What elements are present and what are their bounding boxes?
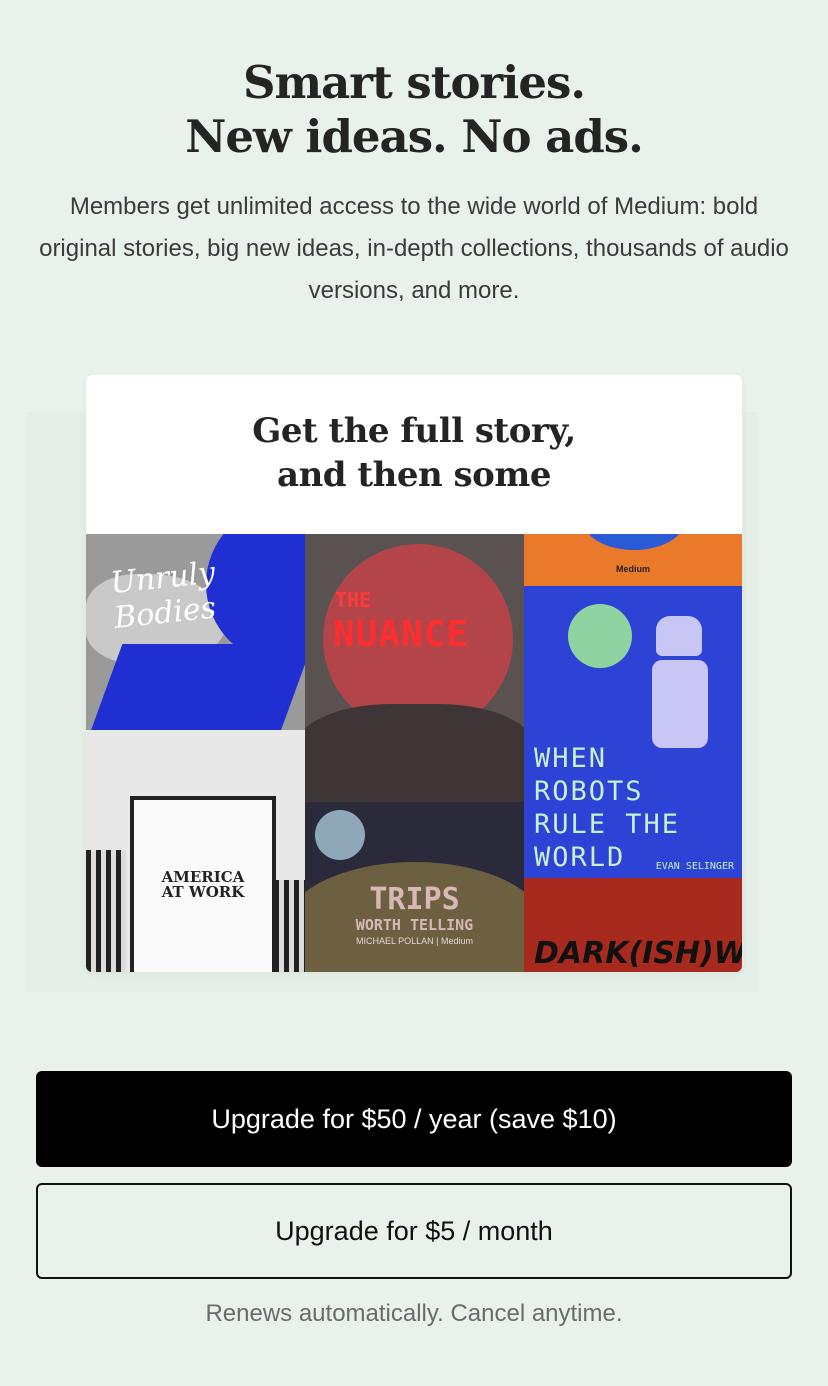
card-title-line-2: and then some bbox=[277, 455, 551, 495]
trips-subtitle: WORTH TELLING bbox=[355, 916, 474, 934]
america-at-work-title: AMERICA AT WORK bbox=[161, 868, 245, 901]
america-at-work-cover: AMERICA AT WORK bbox=[86, 730, 305, 972]
card-title-line-1: Get the full story, bbox=[252, 411, 576, 451]
nuance-cover: THE NUANCE bbox=[305, 534, 524, 802]
renewal-note: Renews automatically. Cancel anytime. bbox=[205, 1300, 623, 1327]
headline: Smart stories. New ideas. No ads. bbox=[0, 56, 828, 164]
headline-line-2: New ideas. No ads. bbox=[185, 110, 644, 163]
nuance-the: THE bbox=[335, 588, 372, 612]
upgrade-monthly-button[interactable]: Upgrade for $5 / month bbox=[36, 1183, 792, 1279]
membership-description: Members get unlimited access to the wide… bbox=[39, 193, 789, 304]
medium-label: Medium bbox=[615, 564, 650, 574]
earth-illustration bbox=[568, 604, 632, 668]
darkish-web-title: DARK(ISH)WEB bbox=[534, 936, 742, 971]
trips-cover: TRIPS WORTH TELLING MICHAEL POLLAN | Med… bbox=[305, 802, 524, 972]
headline-line-1: Smart stories. bbox=[242, 56, 586, 109]
upgrade-annual-button[interactable]: Upgrade for $50 / year (save $10) bbox=[36, 1071, 792, 1167]
trips-title: TRIPS bbox=[369, 882, 460, 917]
trips-credit: MICHAEL POLLAN | Medium bbox=[355, 936, 474, 946]
robots-title: WHEN ROBOTS RULE THE WORLD bbox=[534, 743, 681, 873]
card-title: Get the full story, and then some bbox=[86, 409, 742, 497]
medium-cover: Medium bbox=[524, 534, 742, 586]
promo-card: Get the full story, and then some Unruly… bbox=[86, 375, 742, 972]
darkish-web-cover: DARK(ISH)WEB bbox=[524, 878, 742, 972]
robots-author: EVAN SELINGER bbox=[655, 861, 734, 872]
robot-illustration bbox=[656, 616, 702, 656]
publication-collage: Unruly Bodies THE NUANCE Medium WHEN ROB… bbox=[86, 534, 742, 972]
robots-cover: WHEN ROBOTS RULE THE WORLD EVAN SELINGER bbox=[524, 586, 742, 878]
nuance-title: NUANCE bbox=[333, 614, 470, 655]
unruly-bodies-cover: Unruly Bodies bbox=[86, 534, 305, 730]
